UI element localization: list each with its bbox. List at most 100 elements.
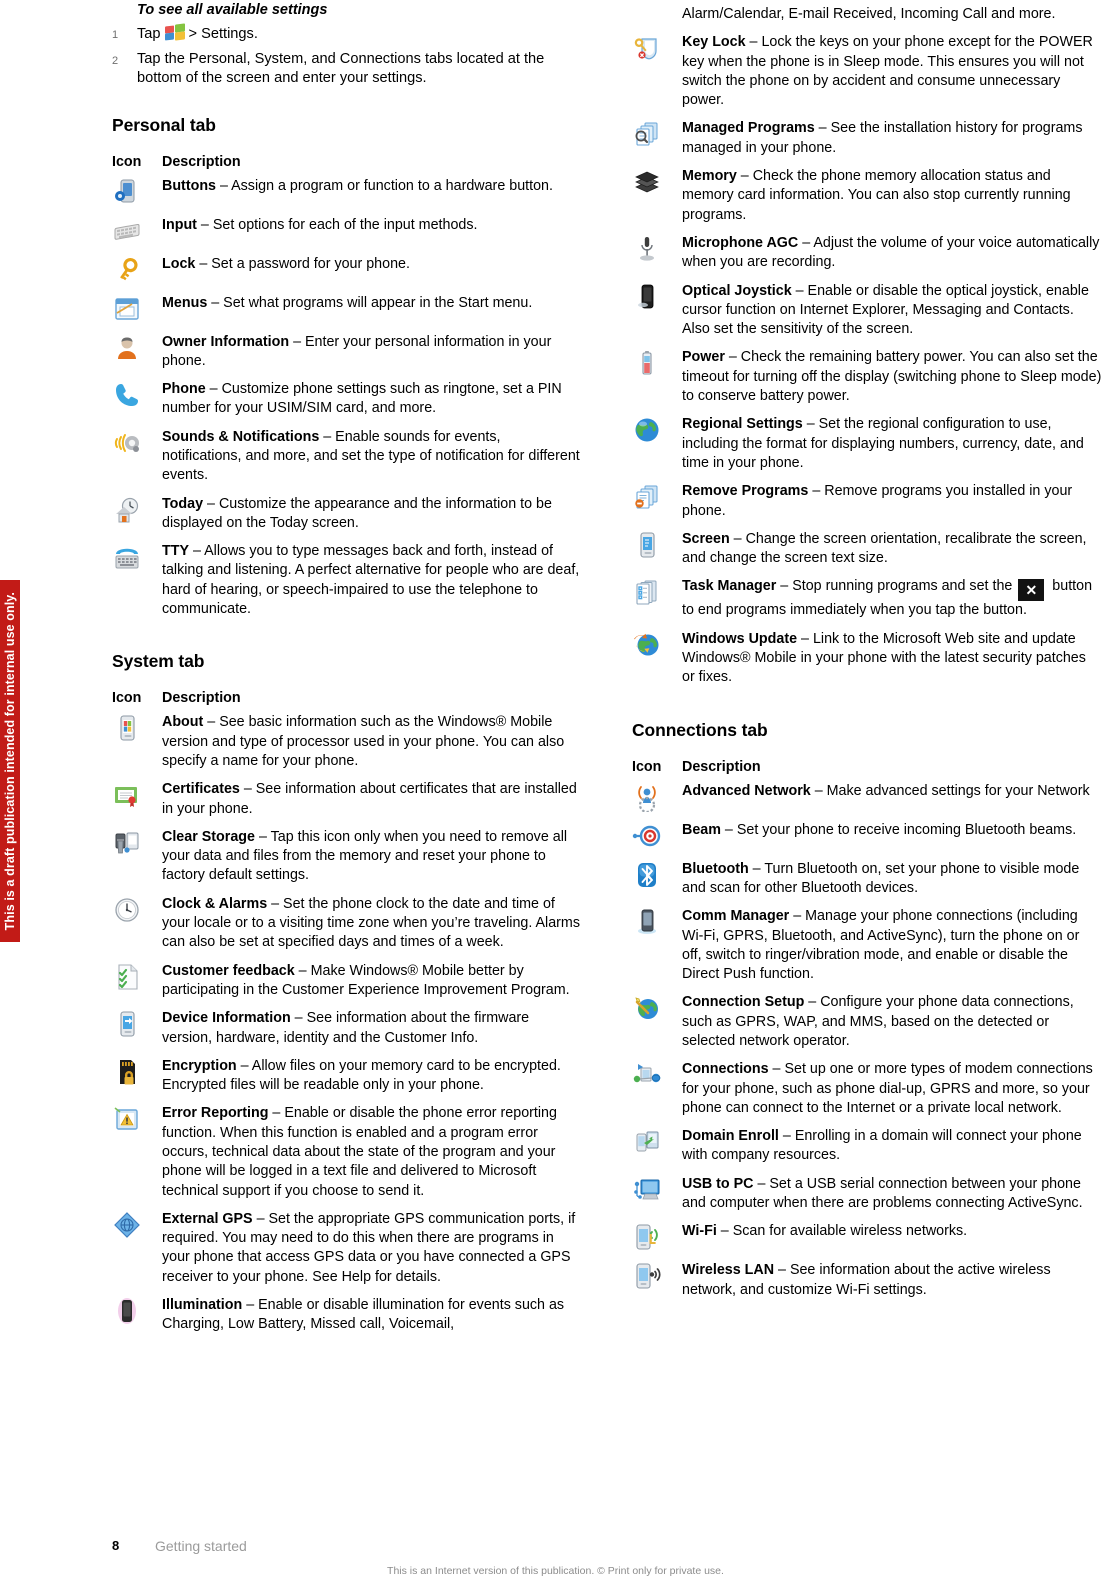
row-term: Regional Settings: [682, 416, 803, 433]
table-row: Input – Set options for each of the inpu…: [112, 213, 582, 252]
input-keyboard-icon: [112, 216, 142, 246]
row-icon-cell: [112, 892, 162, 959]
table-row: Managed Programs – See the installation …: [632, 116, 1102, 164]
table-row: Memory – Check the phone memory allocati…: [632, 164, 1102, 231]
row-text: – Allows you to type messages back and f…: [162, 543, 580, 618]
draft-watermark: This is a draft publication intended for…: [0, 580, 20, 942]
column-header-icon: Icon: [632, 758, 662, 775]
row-description: Wi-Fi – Scan for available wireless netw…: [682, 1219, 1102, 1258]
row-text: – Make advanced settings for your Networ…: [810, 782, 1090, 799]
row-term: Phone: [162, 381, 206, 398]
row-description: Owner Information – Enter your personal …: [162, 330, 582, 378]
intro-step-2: 2 Tap the Personal, System, and Connecti…: [112, 50, 582, 89]
document-page: This is a draft publication intended for…: [0, 0, 1111, 1583]
row-icon-cell: [112, 825, 162, 892]
row-text: – Assign a program or function to a hard…: [216, 177, 553, 194]
table-row: Remove Programs – Remove programs you in…: [632, 479, 1102, 527]
row-text: – Customize phone settings such as ringt…: [162, 381, 562, 417]
external-gps-icon: [112, 1210, 142, 1240]
table-row: Encryption – Allow files on your memory …: [112, 1054, 582, 1102]
column-header-description: Description: [162, 690, 241, 707]
row-term: Sounds & Notifications: [162, 428, 320, 445]
row-term: Advanced Network: [682, 782, 811, 799]
row-text: – Set a password for your phone.: [195, 255, 410, 272]
table-row: Today – Customize the appearance and the…: [112, 492, 582, 540]
step-text: Tap the Personal, System, and Connection…: [137, 50, 545, 87]
row-term: Encryption: [162, 1057, 237, 1074]
row-text: – Check the phone memory allocation stat…: [682, 168, 1071, 223]
table-row: Sounds & Notifications – Enable sounds f…: [112, 425, 582, 492]
row-icon-cell: [632, 1172, 682, 1220]
row-term: Beam: [682, 821, 721, 838]
row-icon-cell: [632, 279, 682, 346]
illumination-icon: [112, 1296, 142, 1326]
row-icon-cell: [632, 627, 682, 694]
personal-tab-heading: Personal tab: [112, 114, 216, 135]
row-description: Task Manager – Stop running programs and…: [682, 574, 1102, 626]
row-description: Comm Manager – Manage your phone connect…: [682, 904, 1102, 990]
row-term: Windows Update: [682, 630, 798, 647]
row-term: Wireless LAN: [682, 1262, 775, 1279]
bluetooth-icon: [632, 860, 662, 890]
remove-programs-icon: [632, 482, 662, 512]
right-column: Alarm/Calendar, E-mail Received, Incomin…: [632, 0, 1102, 1306]
row-description: Windows Update – Link to the Microsoft W…: [682, 627, 1102, 694]
row-description: Device Information – See information abo…: [162, 1006, 582, 1054]
row-term: Menus: [162, 294, 208, 311]
row-icon-cell: [632, 574, 682, 626]
row-term: Error Reporting: [162, 1105, 269, 1122]
row-description: Buttons – Assign a program or function t…: [162, 174, 582, 213]
row-icon-cell: [112, 1101, 162, 1206]
row-text: – Scan for available wireless networks.: [716, 1223, 968, 1240]
managed-programs-icon: [632, 119, 662, 149]
column-header-description: Description: [162, 153, 241, 170]
domain-enroll-icon: [632, 1127, 662, 1157]
customer-feedback-icon: [112, 962, 142, 992]
menus-icon: [112, 294, 142, 324]
buttons-icon: [112, 177, 142, 207]
row-icon-cell: [632, 904, 682, 990]
table-row: Microphone AGC – Adjust the volume of yo…: [632, 231, 1102, 279]
column-header-icon: Icon: [112, 690, 142, 707]
left-column: To see all available settings 1 Tap > Set…: [112, 0, 582, 1341]
windows-update-icon: [632, 630, 662, 660]
beam-icon: [632, 821, 662, 851]
row-term: Connections: [682, 1061, 769, 1078]
intro-step-1: 1 Tap > Settings.: [112, 23, 582, 46]
row-description: Domain Enroll – Enrolling in a domain wi…: [682, 1124, 1102, 1172]
connections-icon: [632, 1060, 662, 1090]
optical-joystick-icon: [632, 282, 662, 312]
row-description: Connection Setup – Configure your phone …: [682, 990, 1102, 1057]
row-icon-cell: [632, 345, 682, 412]
row-description: Wireless LAN – See information about the…: [682, 1258, 1102, 1306]
table-row: Clock & Alarms – Set the phone clock to …: [112, 892, 582, 959]
draft-watermark-text: This is a draft publication intended for…: [3, 591, 17, 931]
row-text: – See basic information such as the Wind…: [162, 714, 565, 769]
row-icon-cell: [112, 425, 162, 492]
row-icon-cell: [632, 479, 682, 527]
encryption-icon: [112, 1057, 142, 1087]
table-row: Windows Update – Link to the Microsoft W…: [632, 627, 1102, 694]
table-header-row: Icon Description: [632, 759, 1102, 779]
row-term: Illumination: [162, 1297, 243, 1314]
table-row: Bluetooth – Turn Bluetooth on, set your …: [632, 857, 1102, 905]
phone-icon: [112, 380, 142, 410]
table-row-continuation: Alarm/Calendar, E-mail Received, Incomin…: [632, 2, 1102, 30]
row-icon-cell: [632, 990, 682, 1057]
row-description: Screen – Change the screen orientation, …: [682, 527, 1102, 575]
row-icon-cell: [112, 213, 162, 252]
row-description: About – See basic information such as th…: [162, 710, 582, 777]
row-description: Encryption – Allow files on your memory …: [162, 1054, 582, 1102]
row-term: Input: [162, 216, 197, 233]
table-row: Key Lock – Lock the keys on your phone e…: [632, 30, 1102, 116]
table-row: Task Manager – Stop running programs and…: [632, 574, 1102, 626]
step1-before: Tap: [137, 26, 161, 42]
row-icon-cell: [112, 539, 162, 625]
row-icon-cell: [112, 492, 162, 540]
table-row: Wireless LAN – See information about the…: [632, 1258, 1102, 1306]
clock-alarms-icon: [112, 895, 142, 925]
row-description: Connections – Set up one or more types o…: [682, 1057, 1102, 1124]
step1-after: > Settings.: [188, 26, 258, 42]
row-description: Clear Storage – Tap this icon only when …: [162, 825, 582, 892]
close-x-button-glyph: ✕: [1018, 579, 1045, 602]
